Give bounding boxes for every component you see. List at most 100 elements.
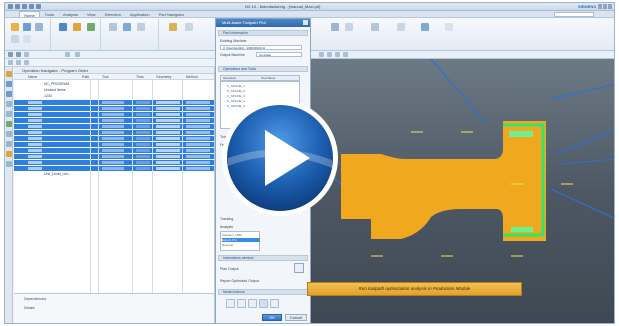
display-icon[interactable] <box>331 23 339 31</box>
create-geometry-icon[interactable] <box>35 23 43 31</box>
more-icon[interactable] <box>169 23 177 31</box>
redo-icon[interactable] <box>22 4 27 9</box>
snap-icon[interactable] <box>65 52 70 57</box>
shop-doc-icon[interactable] <box>109 23 117 31</box>
tab-selection[interactable]: Selection <box>101 11 125 17</box>
table-row[interactable] <box>14 160 214 165</box>
play-button[interactable] <box>218 96 342 220</box>
render-icon[interactable] <box>397 23 405 31</box>
column-name[interactable]: Name <box>28 75 37 79</box>
list-item-selected[interactable]: Export_Pro <box>222 238 260 242</box>
copy-icon[interactable] <box>36 4 41 9</box>
table-row[interactable] <box>14 100 214 105</box>
layer-icon[interactable] <box>345 23 353 31</box>
section-view-icon[interactable] <box>421 23 429 31</box>
list-item[interactable]: C_SPLINE_1 <box>227 84 287 88</box>
assembly-icon[interactable] <box>6 81 12 87</box>
selection-list[interactable]: Insertion_1800 Export_Pro Resume <box>220 231 260 251</box>
table-row[interactable] <box>14 118 214 123</box>
part-icon[interactable] <box>6 91 12 97</box>
filter-icon[interactable] <box>16 52 21 57</box>
generate-toolpath-icon[interactable] <box>59 23 67 31</box>
tool-view-icon[interactable] <box>24 60 29 65</box>
create-tool-icon[interactable] <box>23 23 31 31</box>
section-instructions[interactable]: Instructions window <box>218 255 308 261</box>
person-icon[interactable] <box>237 299 246 308</box>
globe-icon[interactable] <box>259 299 268 308</box>
output-machine-select[interactable]: Template <box>256 52 302 57</box>
plan-output-button[interactable] <box>294 263 304 273</box>
zoom-icon[interactable] <box>327 52 332 57</box>
table-row[interactable]: NC_PROGRAM <box>14 82 214 87</box>
simulate-icon[interactable] <box>137 23 145 31</box>
command-search-input[interactable] <box>554 12 594 17</box>
settings-icon[interactable] <box>185 23 193 31</box>
column-time[interactable]: Time <box>136 75 144 79</box>
rotate-icon[interactable] <box>335 52 340 57</box>
machine-tool-icon[interactable] <box>123 23 131 31</box>
send-icon[interactable] <box>270 299 279 308</box>
details-label[interactable]: Details <box>24 306 35 310</box>
table-row[interactable] <box>14 112 214 117</box>
section-operations-tools[interactable]: Operations and Tools <box>218 66 308 72</box>
column-path[interactable]: Path <box>82 75 89 79</box>
section-part-information[interactable]: Part Information <box>218 30 308 36</box>
table-row[interactable]: Unit_Level_Leo... <box>14 172 214 177</box>
column-tool[interactable]: Tool <box>102 75 108 79</box>
section-model-actions[interactable]: Model Actions <box>218 289 308 295</box>
palette-icon[interactable] <box>6 141 12 147</box>
history-icon[interactable] <box>6 101 12 107</box>
column-method[interactable]: Method <box>186 75 198 79</box>
create-program-icon[interactable] <box>11 23 19 31</box>
minimize-icon[interactable] <box>598 4 602 9</box>
verify-toolpath-icon[interactable] <box>73 23 81 31</box>
roles-icon[interactable] <box>6 121 12 127</box>
save-model-icon[interactable] <box>226 299 235 308</box>
program-order-icon[interactable] <box>16 60 21 65</box>
close-icon[interactable] <box>303 20 308 25</box>
table-row[interactable]: 1234 <box>14 94 214 99</box>
cancel-button[interactable]: Cancel <box>285 314 307 321</box>
machine-icon[interactable] <box>6 151 12 157</box>
list-item[interactable]: Resume <box>222 243 282 247</box>
ok-button[interactable]: OK <box>262 314 282 321</box>
table-row[interactable] <box>14 166 214 171</box>
existing-machine-field[interactable]: C:\Users\public\...\DMG5MACH <box>220 45 302 50</box>
dependencies-label[interactable]: Dependencies <box>24 297 46 301</box>
cut-icon[interactable] <box>29 4 34 9</box>
create-method-icon[interactable] <box>11 35 19 43</box>
view-icon[interactable] <box>8 60 13 65</box>
fit-icon[interactable] <box>319 52 324 57</box>
tab-home[interactable]: Home <box>19 11 40 18</box>
select-icon[interactable] <box>24 52 29 57</box>
menu-icon[interactable] <box>8 52 13 57</box>
maximize-icon[interactable] <box>603 4 607 9</box>
reuse-icon[interactable] <box>6 111 12 117</box>
table-row[interactable] <box>14 154 214 159</box>
table-row[interactable] <box>14 136 214 141</box>
view-orient-icon[interactable] <box>371 23 379 31</box>
tab-view[interactable]: View <box>83 11 100 17</box>
column-geometry[interactable]: Geometry <box>156 75 171 79</box>
web-icon[interactable] <box>6 131 12 137</box>
tab-application[interactable]: Application <box>126 11 154 17</box>
postprocess-icon[interactable] <box>87 23 95 31</box>
image-icon[interactable] <box>248 299 257 308</box>
undo-icon[interactable] <box>15 4 20 9</box>
pan-icon[interactable] <box>343 52 348 57</box>
quick-access-toolbar[interactable] <box>8 4 41 9</box>
info-icon[interactable] <box>6 161 12 167</box>
close-icon[interactable] <box>608 4 612 9</box>
measure-icon[interactable] <box>445 23 453 31</box>
tab-analysis[interactable]: Analysis <box>59 11 82 17</box>
table-row[interactable] <box>14 130 214 135</box>
list-item[interactable]: C_SPLINE_2 <box>227 89 287 93</box>
navigator-icon[interactable] <box>6 71 12 77</box>
table-row[interactable] <box>14 142 214 147</box>
tab-tools[interactable]: Tools <box>41 11 58 17</box>
table-row[interactable] <box>14 124 214 129</box>
snap-point-icon[interactable] <box>75 52 80 57</box>
create-operation-icon[interactable] <box>23 35 31 43</box>
list-item[interactable]: Insertion_1800 <box>222 233 282 237</box>
tab-part-navigator[interactable]: Part Navigator <box>155 11 189 17</box>
